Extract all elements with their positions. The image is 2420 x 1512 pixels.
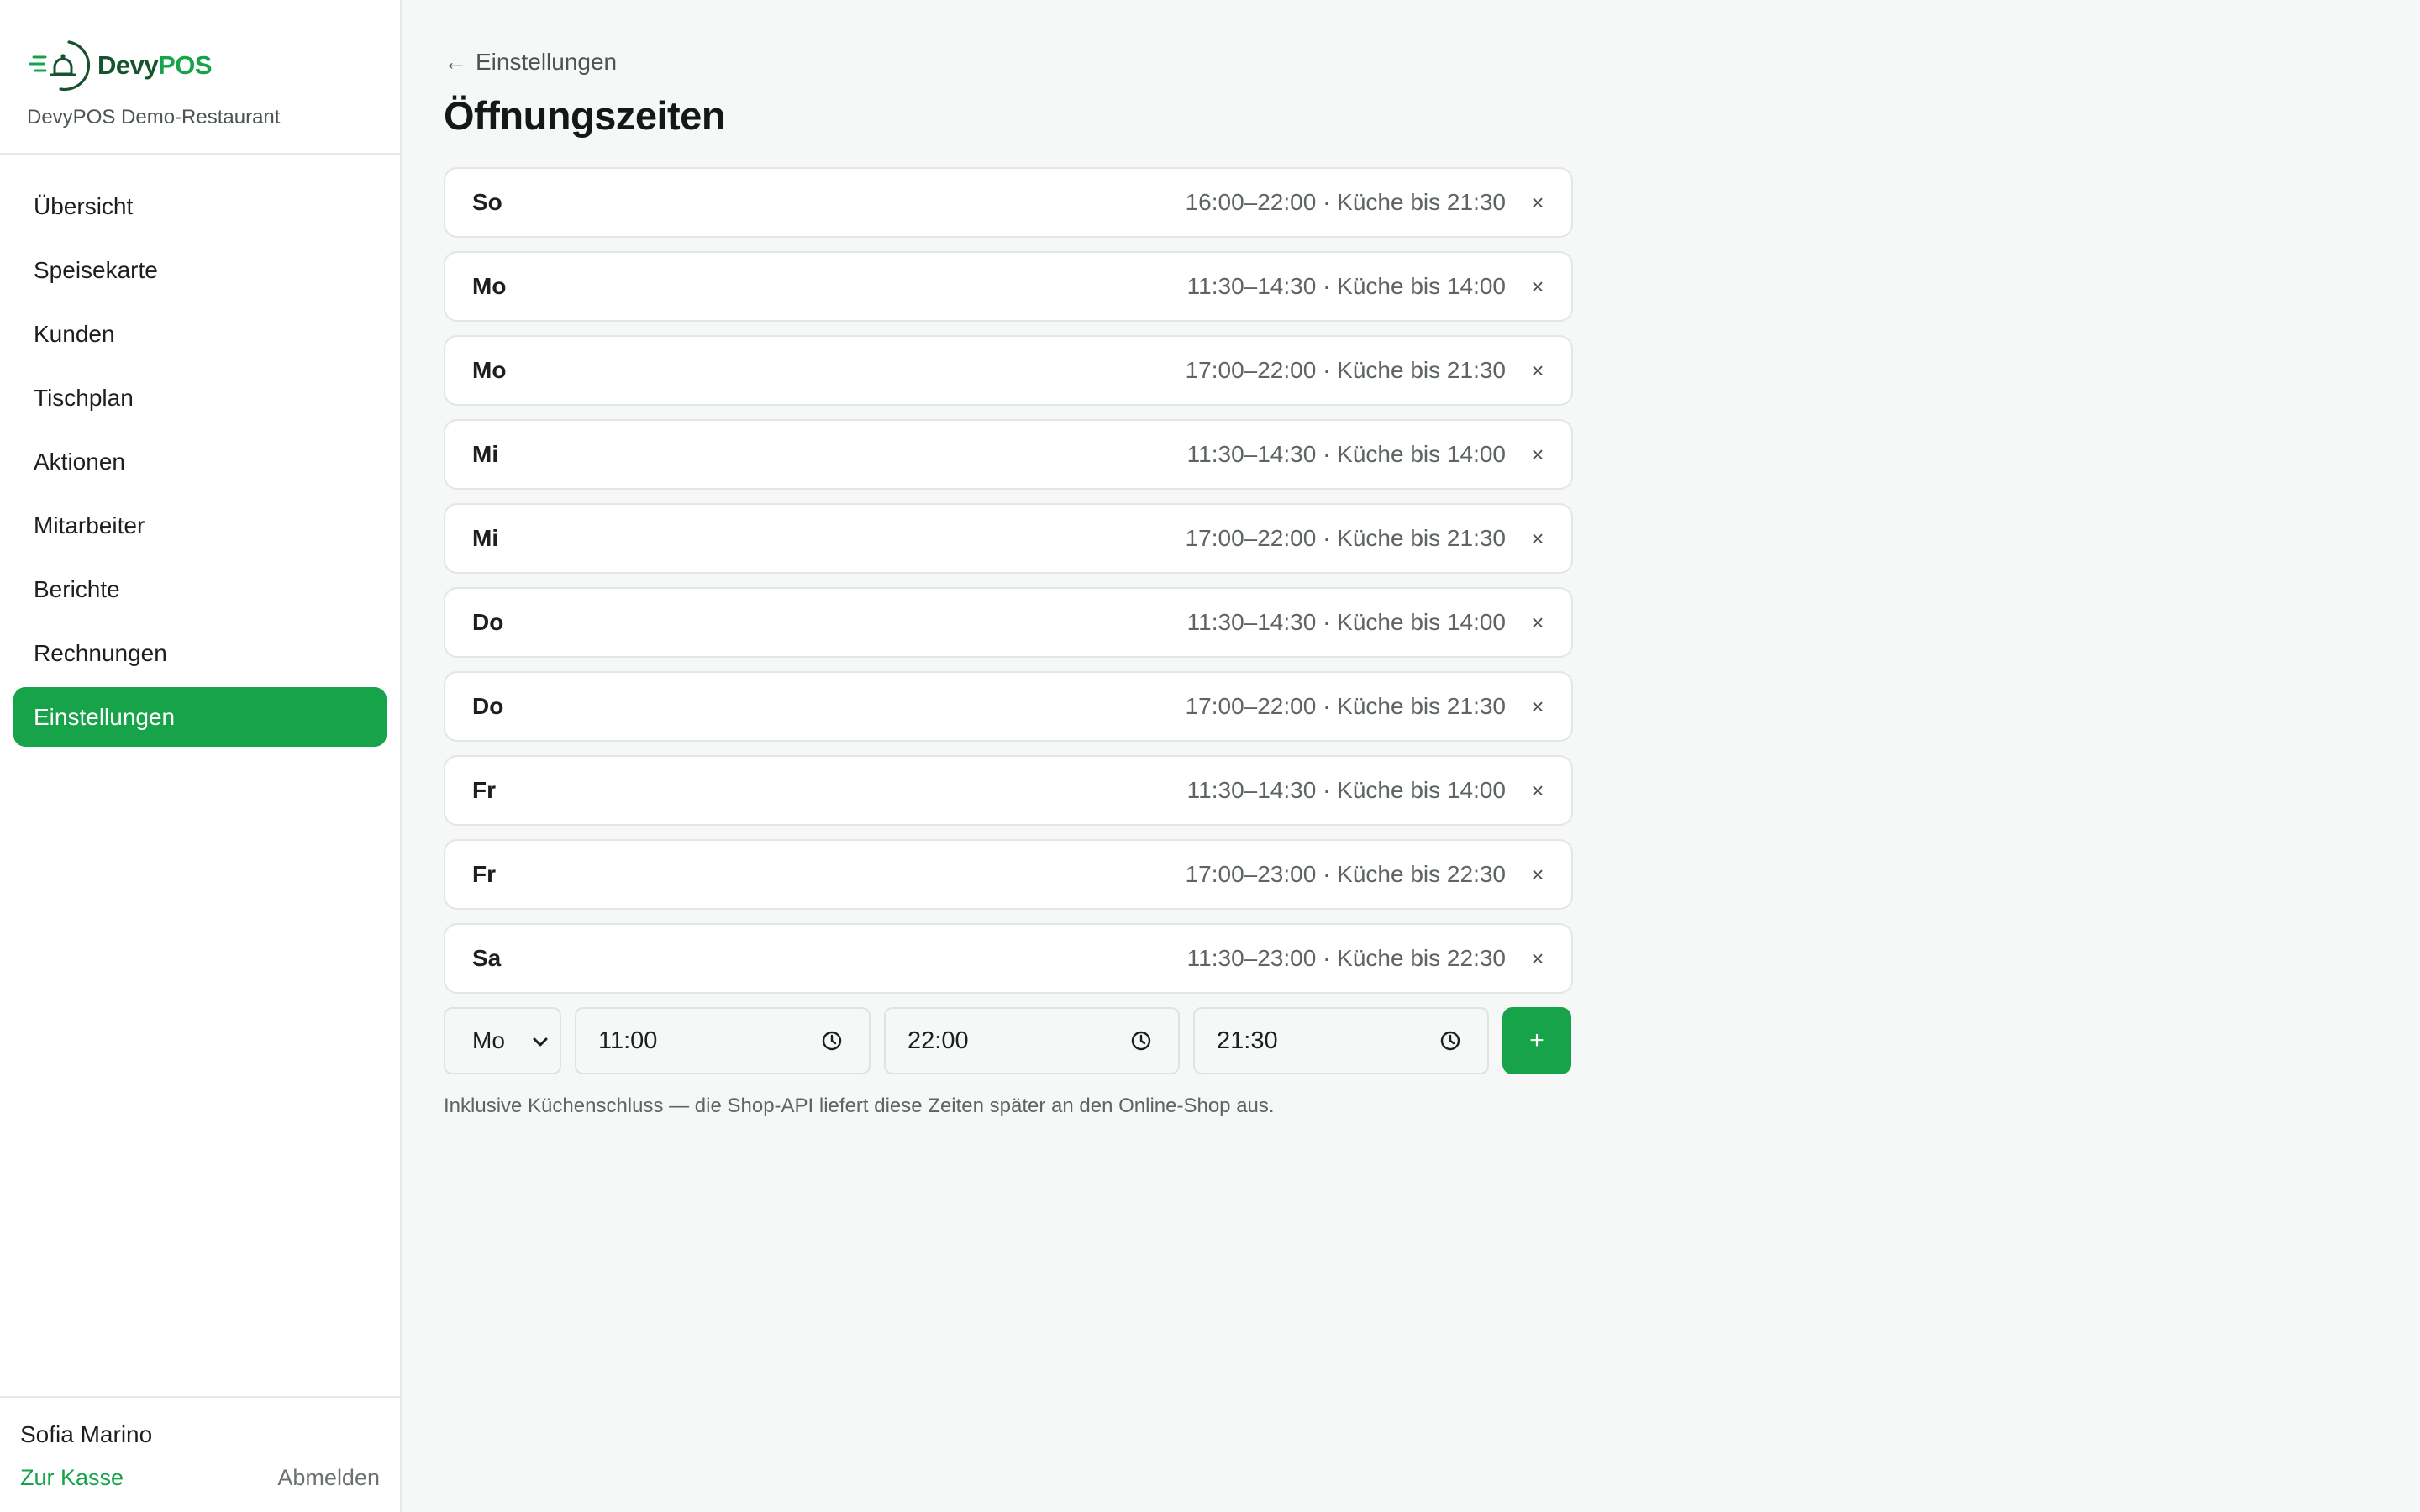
logo-text-pos: POS — [158, 50, 213, 80]
logo-text: DevyPOS — [97, 50, 213, 81]
restaurant-name: DevyPOS Demo-Restaurant — [27, 106, 281, 129]
user-actions: Zur Kasse Abmelden — [20, 1465, 380, 1491]
user-name: Sofia Marino — [20, 1421, 153, 1447]
day-label: Fr — [472, 777, 496, 803]
sidebar-item-uebersicht[interactable]: Übersicht — [13, 176, 387, 236]
time-range: 17:00–22:00 · Küche bis 21:30 — [1185, 525, 1506, 551]
remove-button[interactable]: × — [1529, 526, 1546, 552]
close-time-input[interactable]: 22:00 — [884, 1007, 1180, 1074]
day-label: Mi — [472, 525, 499, 551]
remove-button[interactable]: × — [1529, 358, 1546, 384]
list-item: Do 17:00–22:00 · Küche bis 21:30 × — [444, 671, 1573, 742]
day-select[interactable]: Mo — [444, 1007, 561, 1074]
brand-header: DevyPOS DevyPOS Demo-Restaurant — [0, 0, 400, 155]
close-time-value: 22:00 — [908, 1026, 969, 1054]
add-hours-form: Mo 11:00 22:00 21:30 + — [444, 1007, 1573, 1074]
logout-link[interactable]: Abmelden — [277, 1465, 380, 1491]
sidebar-item-kunden[interactable]: Kunden — [13, 304, 387, 364]
list-item: Do 11:30–14:30 · Küche bis 14:00 × — [444, 587, 1573, 658]
day-label: Mo — [472, 357, 507, 383]
day-label: Mo — [472, 273, 507, 299]
chevron-down-icon — [533, 1037, 548, 1047]
remove-button[interactable]: × — [1529, 778, 1546, 804]
remove-button[interactable]: × — [1529, 694, 1546, 720]
remove-button[interactable]: × — [1529, 610, 1546, 636]
time-range: 11:30–14:30 · Küche bis 14:00 — [1186, 273, 1506, 299]
app-root: DevyPOS DevyPOS Demo-Restaurant Übersich… — [0, 0, 2420, 1512]
day-label: Do — [472, 609, 504, 635]
main-content: ← Einstellungen Öffnungszeiten So 16:00–… — [402, 0, 2420, 1512]
logo-text-devy: Devy — [97, 50, 159, 80]
time-range: 11:30–14:30 · Küche bis 14:00 — [1186, 441, 1506, 467]
list-item: So 16:00–22:00 · Küche bis 21:30 × — [444, 167, 1573, 238]
back-link-label: Einstellungen — [476, 49, 618, 75]
clock-icon[interactable] — [820, 1029, 844, 1053]
list-item: Mi 17:00–22:00 · Küche bis 21:30 × — [444, 503, 1573, 574]
helper-text: Inklusive Küchenschluss — die Shop-API l… — [444, 1095, 1275, 1117]
to-kasse-link[interactable]: Zur Kasse — [20, 1465, 124, 1491]
time-range: 17:00–23:00 · Küche bis 22:30 — [1185, 861, 1506, 887]
sidebar-nav: Übersicht Speisekarte Kunden Tischplan A… — [0, 155, 400, 1396]
sidebar-item-speisekarte[interactable]: Speisekarte — [13, 240, 387, 300]
kitchen-close-input[interactable]: 21:30 — [1193, 1007, 1489, 1074]
page-title: Öffnungszeiten — [444, 93, 726, 138]
sidebar: DevyPOS DevyPOS Demo-Restaurant Übersich… — [0, 0, 402, 1512]
day-label: Sa — [472, 945, 502, 971]
list-item: Mo 11:30–14:30 · Küche bis 14:00 × — [444, 251, 1573, 322]
list-item: Fr 17:00–23:00 · Küche bis 22:30 × — [444, 839, 1573, 910]
arrow-left-icon: ← — [444, 49, 467, 75]
time-range: 11:30–14:30 · Küche bis 14:00 — [1186, 609, 1506, 635]
kitchen-close-value: 21:30 — [1217, 1026, 1278, 1054]
time-range: 16:00–22:00 · Küche bis 21:30 — [1185, 189, 1506, 215]
logo[interactable]: DevyPOS — [27, 37, 400, 94]
sidebar-item-rechnungen[interactable]: Rechnungen — [13, 623, 387, 683]
day-label: Do — [472, 693, 504, 719]
day-label: Fr — [472, 861, 496, 887]
remove-button[interactable]: × — [1529, 862, 1546, 888]
bell-icon — [29, 40, 91, 92]
sidebar-item-aktionen[interactable]: Aktionen — [13, 432, 387, 491]
time-range: 11:30–23:00 · Küche bis 22:30 — [1186, 945, 1506, 971]
sidebar-item-tischplan[interactable]: Tischplan — [13, 368, 387, 428]
day-select-value: Mo — [472, 1027, 505, 1053]
sidebar-item-einstellungen[interactable]: Einstellungen — [13, 687, 387, 747]
list-item: Mi 11:30–14:30 · Küche bis 14:00 × — [444, 419, 1573, 490]
clock-icon[interactable] — [1439, 1029, 1462, 1053]
sidebar-item-berichte[interactable]: Berichte — [13, 559, 387, 619]
add-hours-button[interactable]: + — [1502, 1007, 1571, 1074]
open-time-input[interactable]: 11:00 — [575, 1007, 871, 1074]
day-label: So — [472, 189, 502, 215]
opening-hours-list: So 16:00–22:00 · Küche bis 21:30 × Mo 11… — [444, 167, 1573, 994]
clock-icon[interactable] — [1129, 1029, 1153, 1053]
remove-button[interactable]: × — [1529, 442, 1546, 468]
list-item: Fr 11:30–14:30 · Küche bis 14:00 × — [444, 755, 1573, 826]
remove-button[interactable]: × — [1529, 190, 1546, 216]
open-time-value: 11:00 — [598, 1026, 658, 1054]
sidebar-item-mitarbeiter[interactable]: Mitarbeiter — [13, 496, 387, 555]
remove-button[interactable]: × — [1529, 946, 1546, 972]
day-label: Mi — [472, 441, 499, 467]
remove-button[interactable]: × — [1529, 274, 1546, 300]
back-link[interactable]: ← Einstellungen — [444, 47, 2420, 77]
user-panel: Sofia Marino Zur Kasse Abmelden — [0, 1396, 400, 1512]
time-range: 17:00–22:00 · Küche bis 21:30 — [1185, 357, 1506, 383]
time-range: 11:30–14:30 · Küche bis 14:00 — [1186, 777, 1506, 803]
list-item: Mo 17:00–22:00 · Küche bis 21:30 × — [444, 335, 1573, 406]
list-item: Sa 11:30–23:00 · Küche bis 22:30 × — [444, 923, 1573, 994]
time-range: 17:00–22:00 · Küche bis 21:30 — [1185, 693, 1506, 719]
